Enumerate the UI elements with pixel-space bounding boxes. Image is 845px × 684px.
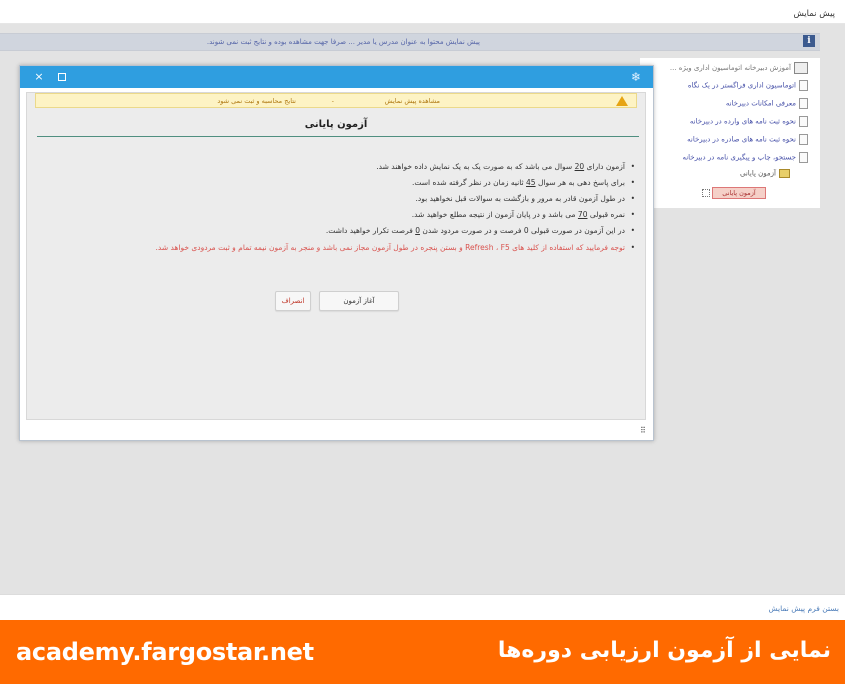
footer-bar: بستن فرم پیش نمایش	[0, 594, 845, 620]
resize-grip-icon[interactable]: ⠿	[640, 426, 650, 436]
tree-item-label: معرفی امکانات دبیرخانه	[725, 99, 796, 108]
preview-mode-label: مشاهده پیش نمایش	[384, 97, 440, 105]
info-icon[interactable]: i	[803, 35, 815, 47]
grid-icon	[702, 189, 710, 197]
folder-icon	[779, 169, 790, 178]
rule-value: 20	[574, 162, 585, 171]
rule-retry-chances: در این آزمون در صورت قبولی 0 فرصت و در ص…	[75, 223, 635, 239]
logo-icon: ❄	[630, 70, 642, 84]
preview-notice-bar: پیش نمایش محتوا به عنوان مدرس یا مدیر ..…	[0, 33, 820, 51]
tree-folder[interactable]: آزمون پایانی	[740, 169, 790, 183]
title-divider	[37, 136, 639, 137]
tree-item-label: نحوه ثبت نامه های صادره در دبیرخانه	[687, 135, 796, 144]
exam-rules: آزمون دارای 20 سوال می باشد که به صورت ی…	[75, 159, 635, 256]
rule-text: می باشد و در پایان آزمون از نتیجه مطلع خ…	[411, 210, 578, 219]
rule-no-back: در طول آزمون قادر به مرور و بازگشت به سو…	[75, 191, 635, 207]
dialog-body: مشاهده پیش نمایش - نتایج محاسبه و ثبت نم…	[26, 92, 646, 420]
banner-title: نمایی از آزمون ارزیابی دوره‌ها	[497, 638, 831, 663]
warning-separator: -	[331, 97, 334, 105]
preview-warning-bar: مشاهده پیش نمایش - نتایج محاسبه و ثبت نم…	[35, 93, 637, 108]
rule-refresh-warning: توجه فرمایید که استفاده از کلید های Refr…	[75, 239, 635, 256]
promo-banner: نمایی از آزمون ارزیابی دوره‌ها academy.f…	[0, 620, 845, 684]
tree-root-label: آموزش دبیرخانه اتوماسیون اداری ویژه ...	[669, 64, 791, 72]
document-icon	[799, 134, 808, 145]
warning-icon	[616, 96, 628, 106]
tree-selected-item[interactable]: آزمون پایانی	[712, 187, 766, 199]
tree-item[interactable]: نحوه ثبت نامه های وارده در دبیرخانه	[690, 116, 808, 130]
maximize-icon[interactable]	[58, 73, 66, 81]
rule-text: نمره قبولی	[587, 210, 625, 219]
course-icon	[794, 62, 808, 74]
course-tree: آموزش دبیرخانه اتوماسیون اداری ویژه ... …	[640, 58, 820, 208]
rule-text: فرصت تکرار خواهید داشت.	[325, 226, 416, 235]
close-icon[interactable]: ×	[32, 70, 46, 84]
tree-root[interactable]: آموزش دبیرخانه اتوماسیون اداری ویژه ...	[670, 62, 808, 76]
document-icon	[799, 116, 808, 127]
start-exam-button[interactable]: آغاز آزمون	[319, 291, 399, 311]
document-icon	[799, 80, 808, 91]
exam-title: آزمون پایانی	[304, 119, 368, 130]
dialog-header: × ❄	[20, 66, 653, 88]
exam-dialog: × ❄ مشاهده پیش نمایش - نتایج محاسبه و ثب…	[19, 65, 654, 441]
document-icon	[799, 98, 808, 109]
tree-item-label: جستجو، چاپ و پیگیری نامه در دبیرخانه	[682, 153, 796, 162]
rule-text: در این آزمون در صورت قبولی 0 فرصت و در ص…	[419, 226, 625, 235]
window-title-bar: پیش نمایش	[0, 0, 845, 24]
document-icon	[799, 152, 808, 163]
rule-time-per-question: برای پاسخ دهی به هر سوال 45 ثانیه زمان د…	[75, 175, 635, 191]
cancel-button[interactable]: انصراف	[275, 291, 311, 311]
tree-item[interactable]: معرفی امکانات دبیرخانه	[726, 98, 808, 112]
rule-value: 45	[526, 178, 536, 187]
rule-text: سوال می باشد که به صورت یک به یک نمایش د…	[376, 162, 575, 171]
banner-url: academy.fargostar.net	[16, 638, 314, 666]
preview-result-label: نتایج محاسبه و ثبت نمی شود	[217, 97, 296, 105]
rule-question-count: آزمون دارای 20 سوال می باشد که به صورت ی…	[75, 159, 635, 175]
tree-item[interactable]: اتوماسیون اداری فراگستر در یک نگاه	[688, 80, 808, 94]
rule-pass-score: نمره قبولی 70 می باشد و در پایان آزمون ا…	[75, 207, 635, 223]
tree-item[interactable]: جستجو، چاپ و پیگیری نامه در دبیرخانه	[682, 152, 808, 166]
tree-item-label: اتوماسیون اداری فراگستر در یک نگاه	[687, 81, 796, 90]
preview-notice-text: پیش نمایش محتوا به عنوان مدرس یا مدیر ..…	[206, 38, 480, 46]
tree-item[interactable]: نحوه ثبت نامه های صادره در دبیرخانه	[687, 134, 808, 148]
rule-text: آزمون دارای	[584, 162, 626, 171]
tree-folder-label: آزمون پایانی	[739, 169, 776, 178]
window-title: پیش نمایش	[793, 9, 835, 19]
rule-text: برای پاسخ دهی به هر سوال	[535, 178, 625, 187]
close-preview-link[interactable]: بستن فرم پیش نمایش	[768, 604, 839, 613]
rule-text: ثانیه زمان در نظر گرفته شده است.	[411, 178, 527, 187]
tree-item-label: نحوه ثبت نامه های وارده در دبیرخانه	[689, 117, 796, 126]
